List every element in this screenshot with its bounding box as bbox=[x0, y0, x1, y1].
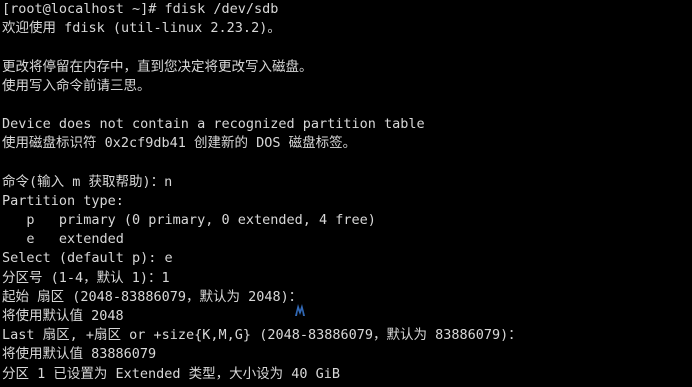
terminal-line-default-first: 将使用默认值 2048 bbox=[2, 308, 124, 324]
terminal-line-write-warning: 使用写入命令前请三思。 bbox=[2, 77, 151, 94]
terminal-line-disk-label: 使用磁盘标识符 0x2cf9db41 创建新的 DOS 磁盘标签。 bbox=[2, 135, 357, 152]
terminal-line-partition-type: Partition type: bbox=[2, 192, 124, 209]
terminal-line-select-type: Select (default p): e bbox=[2, 250, 173, 267]
terminal-line-memory-notice: 更改将停留在内存中，直到您决定将更改写入磁盘。 bbox=[2, 58, 313, 75]
terminal-line-option-primary: p primary (0 primary, 0 extended, 4 free… bbox=[2, 212, 376, 229]
terminal-window[interactable]: [root@localhost ~]# fdisk /dev/sdb 欢迎使用 … bbox=[0, 0, 692, 387]
terminal-line-partition-set: 分区 1 已设置为 Extended 类型，大小设为 40 GiB bbox=[2, 365, 341, 382]
terminal-line-prompt: [root@localhost ~]# fdisk /dev/sdb bbox=[2, 1, 279, 17]
watermark bbox=[294, 302, 334, 318]
terminal-line-first-sector: 起始 扇区 (2048-83886079，默认为 2048)： bbox=[2, 288, 303, 305]
terminal-line-welcome: 欢迎使用 fdisk (util-linux 2.23.2)。 bbox=[2, 20, 281, 37]
terminal-line-last-sector: Last 扇区, +扇区 or +size{K,M,G} (2048-83886… bbox=[2, 327, 522, 344]
terminal-line-default-last: 将使用默认值 83886079 bbox=[2, 346, 157, 363]
brand-logo-icon bbox=[295, 304, 305, 316]
terminal-line-command-prompt: 命令(输入 m 获取帮助)：n bbox=[2, 173, 173, 190]
terminal-line-no-partition-table: Device does not contain a recognized par… bbox=[2, 116, 425, 133]
terminal-line-partition-number: 分区号 (1-4，默认 1)：1 bbox=[2, 269, 170, 286]
terminal-line-option-extended: e extended bbox=[2, 231, 124, 248]
